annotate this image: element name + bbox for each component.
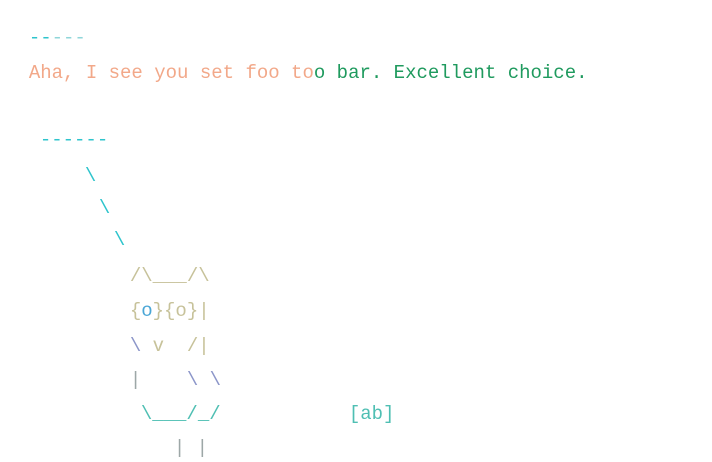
terminal-canvas: { "top_dashes": [ {"text": "--", "color"… [0,0,712,462]
owl-feet: | | [151,412,208,460]
message-part-2: o bar. Excellent choice. [313,62,588,84]
ab-tag-text: [ab] [348,403,395,425]
message-part-1: Aha, I see you set foo to [28,62,314,84]
message-line: Aha, I see you set foo too bar. Excellen… [6,37,588,85]
owl-feet-text: | | [173,437,209,459]
ab-tag: [ab] [326,378,395,426]
